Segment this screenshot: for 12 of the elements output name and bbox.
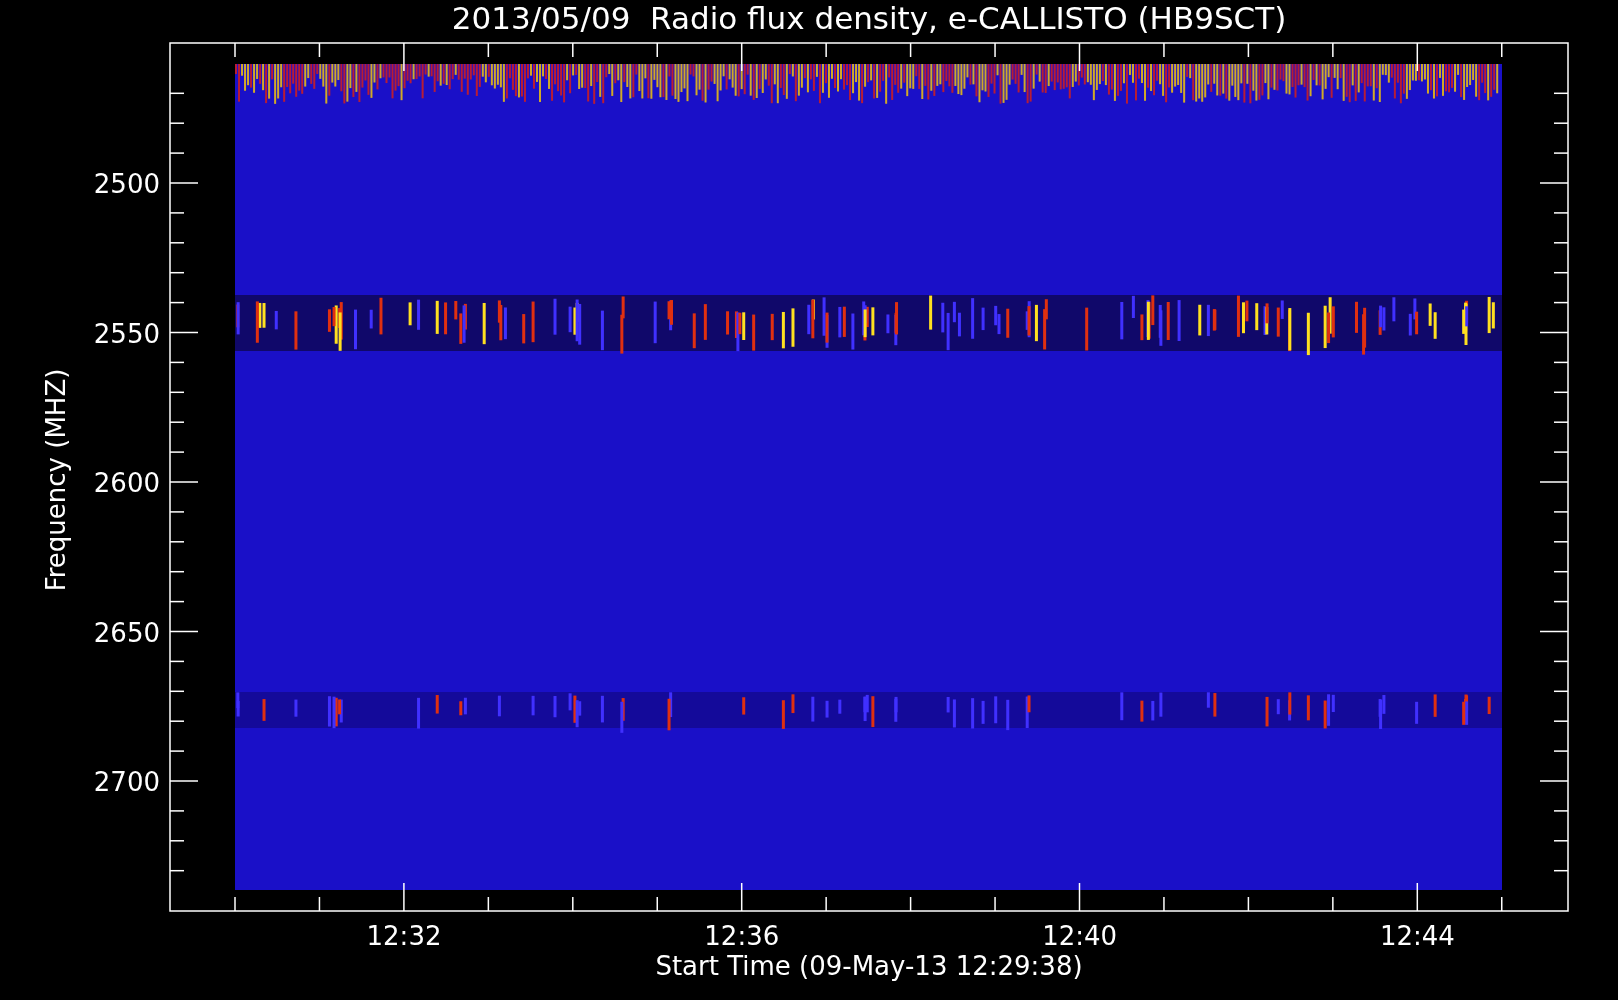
- y-tick-label: 2650: [93, 617, 160, 648]
- y-tick-label: 2550: [93, 318, 160, 349]
- y-axis-label: Frequency (MHZ): [41, 368, 71, 592]
- chart-title: 2013/05/09 Radio flux density, e-CALLISTO (HB9SCT): [451, 0, 1287, 36]
- x-tick-label: 12:40: [1042, 921, 1118, 951]
- y-tick-label: 2500: [93, 169, 160, 199]
- y-tick-label: 2600: [93, 468, 160, 498]
- y-tick-label: 2700: [93, 767, 160, 797]
- x-tick-label: 12:36: [704, 921, 780, 951]
- x-tick-label: 12:32: [366, 921, 442, 951]
- x-axis-label: Start Time (09-May-13 12:29:38): [655, 951, 1083, 981]
- x-tick-label: 12:44: [1379, 921, 1455, 951]
